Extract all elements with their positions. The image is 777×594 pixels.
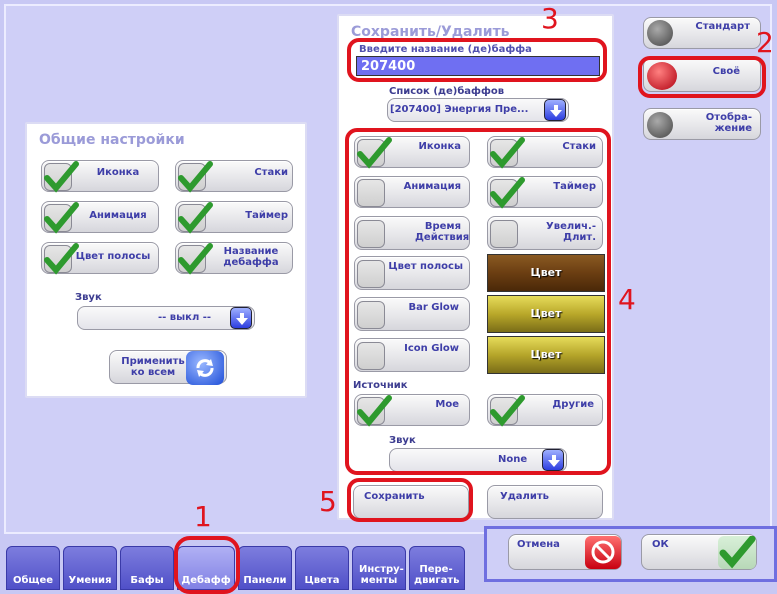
delete-button-label: Удалить — [500, 491, 549, 502]
tab-skills-label: Умения — [68, 575, 112, 586]
tab-colors-label: Цвета — [304, 575, 340, 586]
apply-to-all-button[interactable]: Применить ко всем — [109, 350, 227, 385]
tab-panels-label: Панели — [243, 575, 287, 586]
apply-to-all-label: Применить ко всем — [121, 356, 185, 378]
dropdown-arrow-icon[interactable] — [230, 307, 252, 329]
general-timer-toggle[interactable]: Таймер — [175, 201, 293, 234]
refresh-icon — [186, 351, 224, 385]
tab-panels[interactable]: Панели — [238, 546, 292, 590]
ok-button[interactable]: ОК — [641, 534, 757, 570]
cancel-button[interactable]: Отмена — [508, 534, 622, 570]
general-settings-title: Общие настройки — [39, 132, 185, 148]
checkbox — [178, 243, 213, 275]
ok-button-label: ОК — [652, 539, 669, 550]
radio-off-icon — [647, 112, 673, 138]
checkmark-icon — [44, 202, 79, 234]
general-barcolor-toggle[interactable]: Цвет полосы — [41, 242, 159, 275]
checkbox — [44, 161, 79, 193]
profile-display-label: Отобра- жение — [705, 112, 752, 134]
general-animation-toggle[interactable]: Анимация — [41, 201, 159, 234]
radio-off-icon — [647, 20, 673, 46]
tab-general[interactable]: Общее — [6, 546, 60, 590]
general-settings-panel: Общие настройки Иконка Стаки Анимация Та… — [25, 122, 307, 398]
checkmark-icon — [178, 161, 213, 193]
checkmark-icon — [178, 202, 213, 234]
annotation-number-1: 1 — [194, 500, 212, 533]
checkbox — [44, 202, 79, 234]
tab-tools[interactable]: Инстру- менты — [352, 546, 406, 590]
annotation-box-4 — [345, 128, 611, 475]
general-debuffname-label: Название дебаффа — [223, 246, 279, 268]
cancel-icon — [585, 536, 621, 569]
tab-skills[interactable]: Умения — [63, 546, 117, 590]
general-timer-label: Таймер — [245, 210, 288, 221]
profile-display-button[interactable]: Отобра- жение — [643, 108, 761, 140]
general-stacks-toggle[interactable]: Стаки — [175, 160, 293, 193]
profile-standard-button[interactable]: Стандарт — [643, 17, 761, 49]
general-stacks-label: Стаки — [254, 167, 288, 178]
annotation-box-3 — [347, 38, 607, 82]
general-animation-label: Анимация — [89, 210, 147, 221]
annotation-box-2 — [638, 56, 766, 98]
debuff-list-dropdown[interactable]: [207400] Энергия Пре... — [387, 98, 569, 122]
general-debuffname-toggle[interactable]: Название дебаффа — [175, 242, 293, 275]
tab-buffs-label: Бафы — [130, 575, 164, 586]
general-barcolor-label: Цвет полосы — [75, 251, 151, 262]
tab-general-label: Общее — [12, 575, 54, 586]
general-icon-label: Иконка — [96, 167, 140, 178]
annotation-number-3: 3 — [541, 2, 559, 35]
checkbox — [44, 243, 79, 275]
annotation-box-5 — [347, 478, 473, 522]
general-sound-dropdown[interactable]: -- выкл -- — [77, 306, 255, 330]
tab-colors[interactable]: Цвета — [295, 546, 349, 590]
general-sound-value: -- выкл -- — [158, 312, 212, 323]
debuff-list-label: Список (де)баффов — [389, 86, 505, 97]
annotation-number-4: 4 — [618, 283, 636, 316]
tab-move[interactable]: Пере- двигать — [409, 546, 465, 590]
checkmark-icon — [178, 243, 213, 275]
tab-move-label: Пере- двигать — [414, 564, 460, 586]
general-icon-toggle[interactable]: Иконка — [41, 160, 159, 193]
profile-standard-label: Стандарт — [695, 21, 750, 32]
debuff-list-value: [207400] Энергия Пре... — [390, 104, 529, 115]
cancel-button-label: Отмена — [517, 539, 560, 550]
delete-button[interactable]: Удалить — [487, 485, 603, 519]
annotation-number-5: 5 — [319, 485, 337, 518]
checkmark-icon — [44, 161, 79, 193]
annotation-box-1 — [174, 536, 240, 594]
tab-buffs[interactable]: Бафы — [120, 546, 174, 590]
checkbox — [178, 202, 213, 234]
general-sound-label: Звук — [75, 292, 102, 303]
tab-tools-label: Инстру- менты — [359, 564, 404, 586]
checkbox — [178, 161, 213, 193]
ok-check-icon — [718, 535, 756, 569]
dropdown-arrow-icon[interactable] — [544, 99, 566, 121]
annotation-number-2: 2 — [756, 26, 774, 59]
